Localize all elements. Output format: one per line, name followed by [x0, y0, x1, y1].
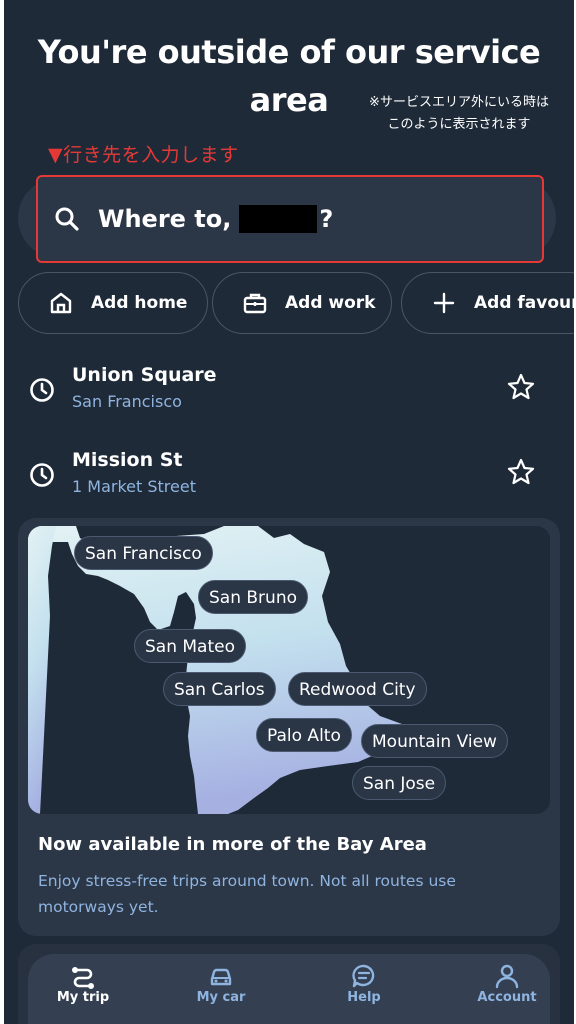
home-icon — [47, 289, 75, 317]
annotation-note: ※サービスエリア外にいる時は このように表示されます — [344, 92, 574, 136]
recent-place-title: Mission St — [72, 449, 183, 471]
map-city-label: San Mateo — [134, 629, 246, 663]
map-city-label: San Jose — [352, 766, 447, 800]
tab-account[interactable]: Account — [452, 954, 562, 1024]
search-input[interactable]: Where to, ? — [36, 175, 544, 263]
map-city-label: Mountain View — [361, 724, 508, 758]
tab-account-label: Account — [477, 990, 537, 1005]
map-city-label: San Carlos — [163, 672, 276, 706]
tab-my-trip[interactable]: My trip — [28, 954, 138, 1024]
app-screen: You're outside of our service area ※サービス… — [4, 0, 574, 1024]
tab-my-car[interactable]: My car — [166, 954, 276, 1024]
service-area-map: San Francisco San Bruno San Mateo San Ca… — [28, 526, 550, 814]
page-title-line2: area — [249, 81, 329, 119]
add-home-button[interactable]: Add home — [18, 272, 208, 334]
recent-place-subtitle: San Francisco — [72, 392, 182, 411]
recent-place-item[interactable]: Mission St 1 Market Street — [4, 443, 574, 513]
clock-icon — [30, 378, 54, 402]
add-work-button[interactable]: Add work — [212, 272, 392, 334]
map-city-label: San Francisco — [74, 536, 213, 570]
add-favourite-button[interactable]: Add favourit — [401, 272, 574, 334]
briefcase-icon — [241, 289, 269, 317]
redacted-name — [239, 205, 318, 233]
recent-place-subtitle: 1 Market Street — [72, 477, 196, 496]
add-favourite-label: Add favourit — [474, 293, 574, 313]
route-icon — [72, 967, 94, 989]
search-icon — [54, 206, 80, 232]
recent-place-title: Union Square — [72, 364, 217, 386]
tab-help-label: Help — [347, 990, 381, 1005]
plus-icon — [430, 289, 458, 317]
star-icon[interactable] — [506, 457, 536, 487]
service-area-card-body: Enjoy stress-free trips around town. Not… — [38, 872, 456, 916]
service-area-card: San Francisco San Bruno San Mateo San Ca… — [18, 518, 560, 936]
add-home-label: Add home — [91, 293, 188, 313]
search-prompt: Where to, ? — [98, 205, 333, 233]
clock-icon — [30, 463, 54, 487]
map-city-label: Redwood City — [288, 672, 427, 706]
person-icon — [495, 964, 519, 989]
map-city-label: Palo Alto — [256, 718, 352, 752]
search-prompt-prefix: Where to, — [98, 205, 232, 233]
map-city-label: San Bruno — [198, 580, 308, 614]
recent-place-item[interactable]: Union Square San Francisco — [4, 358, 574, 428]
bottom-tab-bar: My trip My car Help Account — [28, 954, 550, 1024]
star-icon[interactable] — [506, 372, 536, 402]
tab-my-car-label: My car — [196, 990, 246, 1005]
tab-my-trip-label: My trip — [56, 990, 110, 1005]
page-title-line1: You're outside of our service — [37, 33, 541, 71]
search-prompt-suffix: ? — [319, 205, 334, 233]
add-work-label: Add work — [285, 293, 376, 313]
annotation-instruction: ▼行き先を入力します — [48, 144, 239, 166]
annotation-note-line2: このように表示されます — [387, 117, 531, 132]
car-icon — [210, 968, 232, 986]
annotation-note-line1: ※サービスエリア外にいる時は — [369, 95, 549, 110]
service-area-card-title: Now available in more of the Bay Area — [38, 834, 427, 855]
tab-help[interactable]: Help — [309, 954, 419, 1024]
chat-icon — [352, 964, 375, 988]
